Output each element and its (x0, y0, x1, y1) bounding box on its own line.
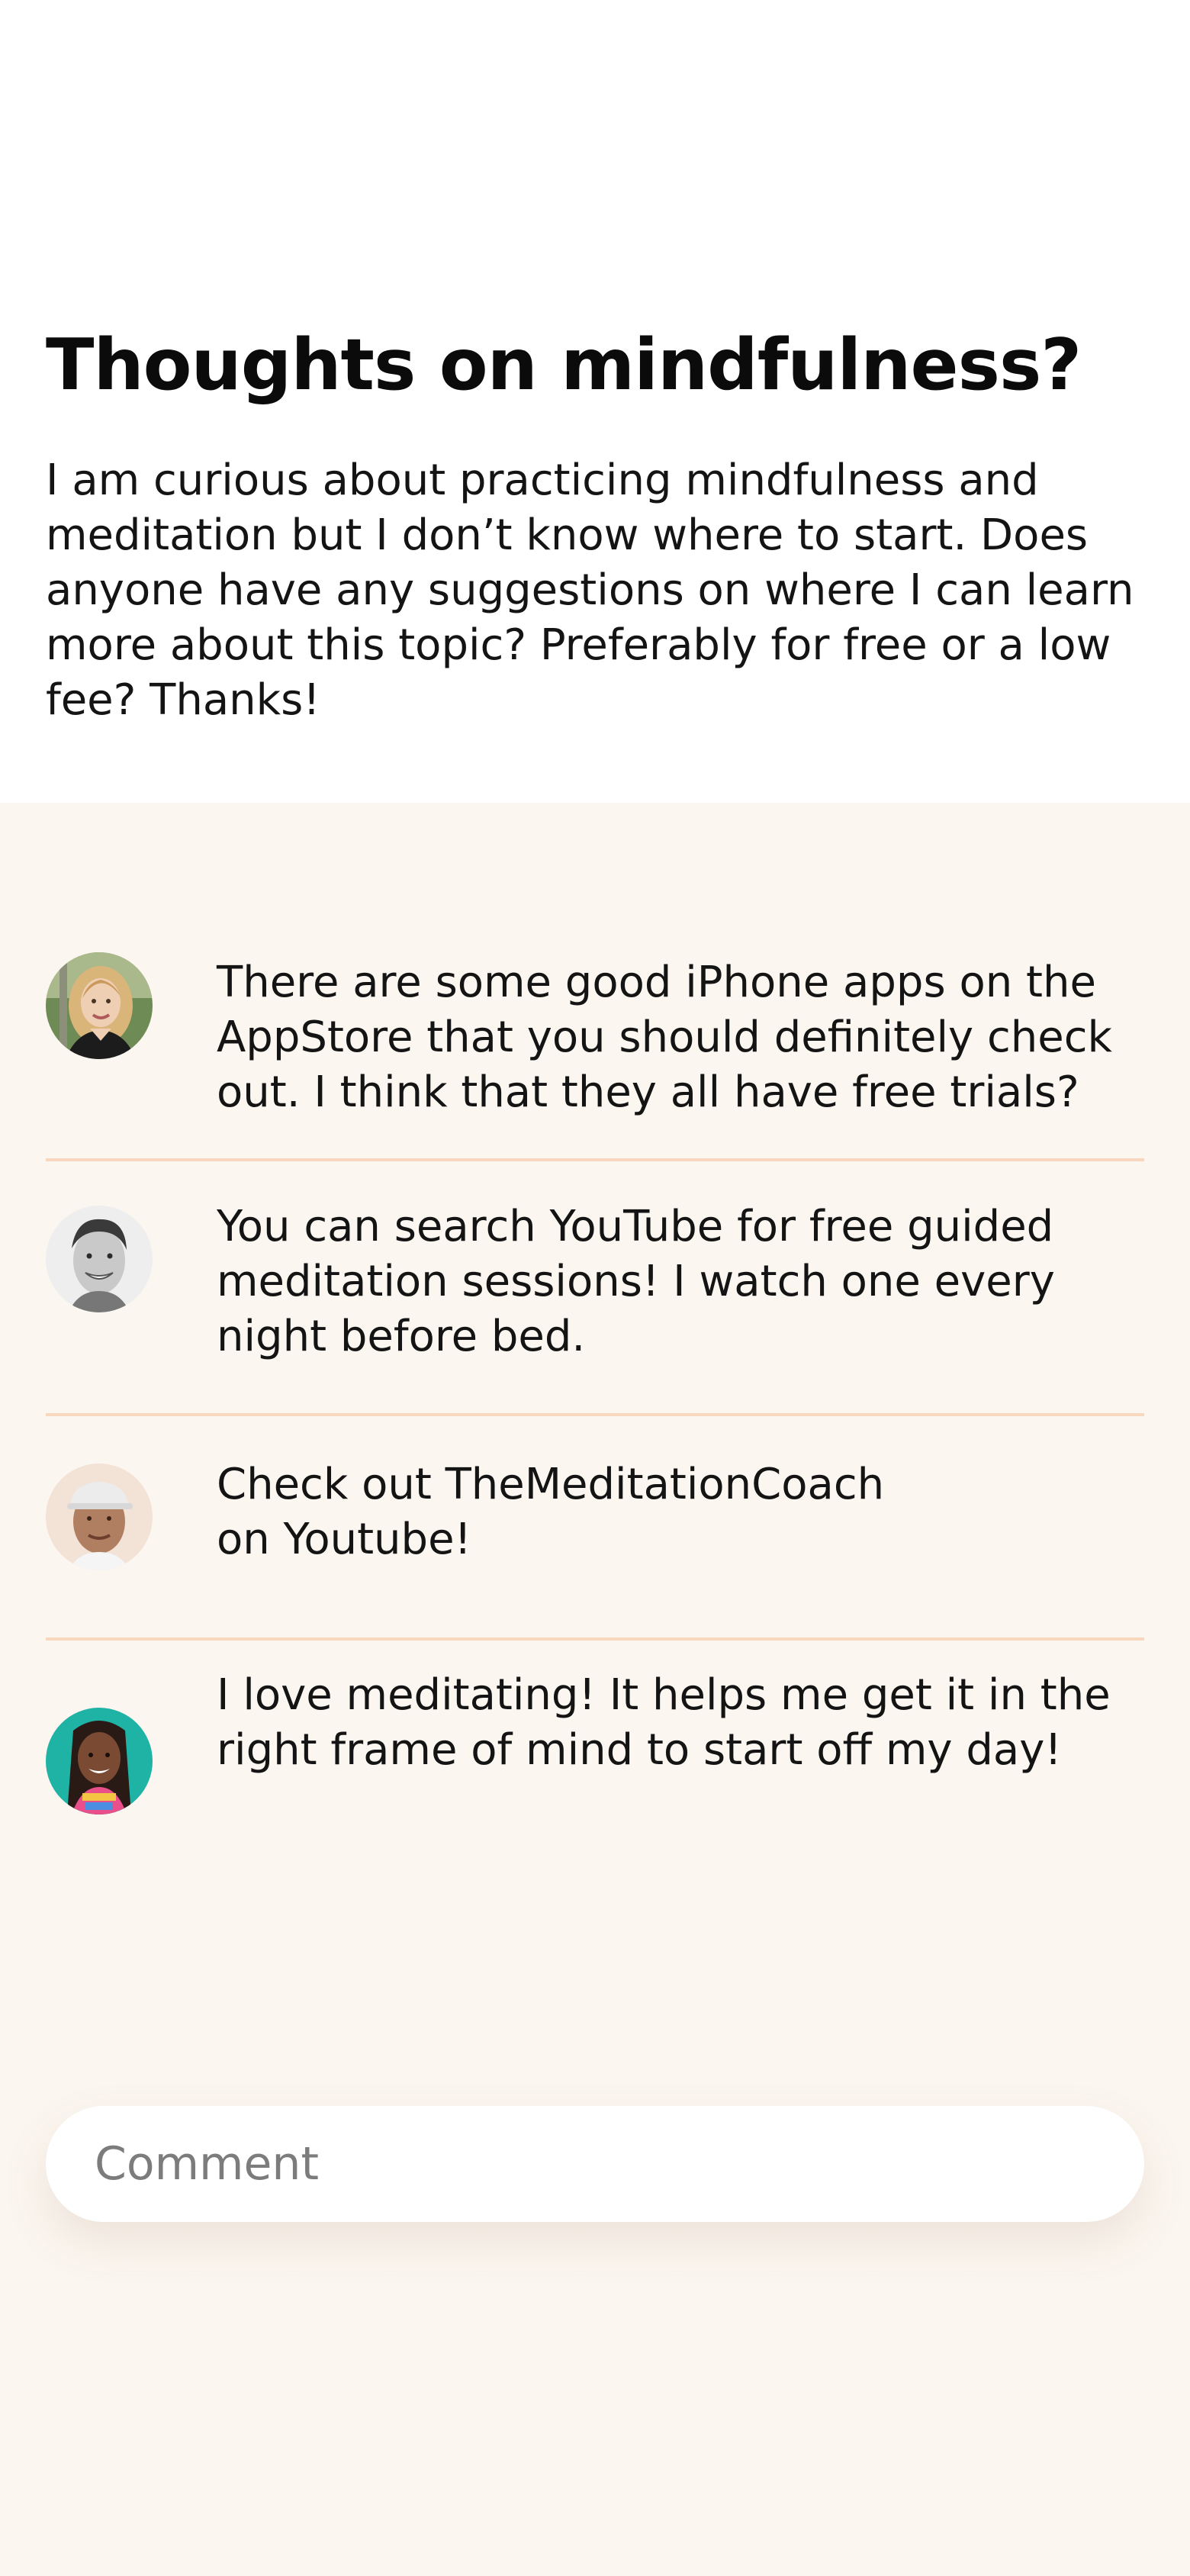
comment-item: You can search YouTube for free guided m… (46, 1161, 1144, 1416)
post-body: I am curious about practicing mindfulnes… (46, 456, 1134, 725)
comment-field[interactable] (46, 2106, 1144, 2222)
man-cap-avatar-icon[interactable] (46, 1463, 153, 1570)
comment-input[interactable] (95, 2106, 1102, 2222)
comment-item: There are some good iPhone apps on the A… (46, 916, 1144, 1161)
comment-text: I love meditating! It helps me get it in… (217, 1670, 1111, 1775)
comment-text: There are some good iPhone apps on the A… (217, 958, 1112, 1117)
post-card: Thoughts on mindfulness? I am curious ab… (0, 0, 1190, 803)
man-smiling-avatar-icon[interactable] (46, 1206, 153, 1312)
comment-list: There are some good iPhone apps on the A… (46, 916, 1144, 1869)
comment-text: You can search YouTube for free guided m… (217, 1202, 1055, 1361)
comment-text: Check out TheMeditationCoach on Youtube! (217, 1460, 885, 1564)
comment-item: I love meditating! It helps me get it in… (46, 1641, 1144, 1869)
comment-item: Check out TheMeditationCoach on Youtube! (46, 1416, 1144, 1641)
post-title: Thoughts on mindfulness? (46, 324, 1082, 406)
woman-blonde-avatar-icon[interactable] (46, 952, 153, 1059)
woman-braids-avatar-icon[interactable] (46, 1708, 153, 1814)
